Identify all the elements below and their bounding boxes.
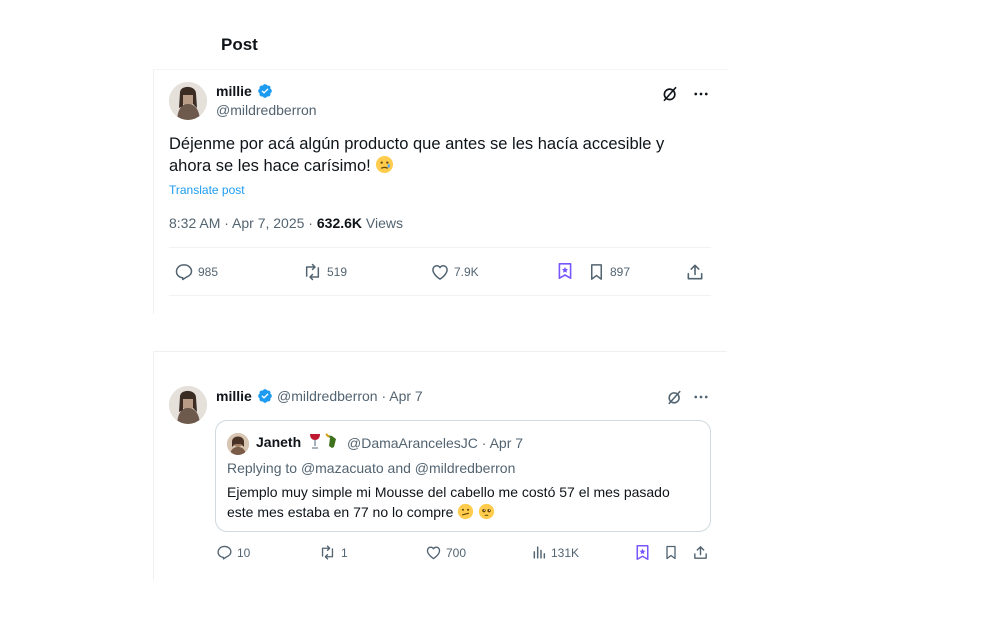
repost-button[interactable]: 1 bbox=[318, 544, 348, 561]
quoted-avatar bbox=[227, 433, 249, 455]
mention-link[interactable]: @mildredberron bbox=[415, 460, 516, 476]
heart-icon bbox=[426, 546, 441, 560]
grok-icon[interactable] bbox=[660, 84, 680, 104]
post-meta: 8:32 AM · Apr 7, 2025 · 632.6K Views bbox=[169, 215, 403, 231]
author-handle-date[interactable]: @mildredberron · Apr 7 bbox=[277, 388, 423, 404]
bookmark-icon bbox=[666, 545, 676, 560]
quoted-author-name: Janeth bbox=[256, 434, 302, 450]
grok-icon[interactable] bbox=[664, 387, 684, 407]
analytics-icon bbox=[533, 546, 546, 559]
reply-button[interactable]: 985 bbox=[174, 262, 218, 282]
repost-icon bbox=[321, 545, 334, 560]
avatar[interactable] bbox=[169, 386, 207, 424]
share-button[interactable] bbox=[692, 544, 709, 561]
reply-icon bbox=[217, 545, 232, 560]
quoted-text: Ejemplo muy simple mi Mousse del cabello… bbox=[227, 482, 697, 522]
views-count: 131K bbox=[551, 545, 580, 560]
pleading-face-emoji-icon bbox=[479, 503, 495, 520]
verified-badge-icon bbox=[258, 389, 272, 403]
share-button[interactable] bbox=[685, 262, 705, 282]
bookmark-icon bbox=[590, 264, 603, 280]
like-count: 700 bbox=[446, 545, 467, 560]
post-time[interactable]: 8:32 AM · Apr 7, 2025 · bbox=[169, 215, 313, 231]
wine-glass-icon bbox=[308, 433, 322, 452]
like-button[interactable]: 700 bbox=[425, 544, 466, 561]
main-post[interactable]: millie @mildredberron Déjenme por acá al… bbox=[153, 69, 727, 314]
quoted-text-content: Ejemplo muy simple mi Mousse del cabello… bbox=[227, 484, 670, 520]
views-label: Views bbox=[365, 215, 404, 231]
like-button[interactable]: 7.9K bbox=[430, 262, 479, 282]
bookmark-button[interactable]: 897 bbox=[587, 262, 630, 282]
post-text-content: Déjenme por acá algún producto que antes… bbox=[169, 135, 665, 175]
share-icon bbox=[694, 546, 707, 559]
more-icon[interactable] bbox=[691, 84, 711, 104]
author-handle[interactable]: @mildredberron bbox=[216, 102, 317, 118]
share-icon bbox=[687, 264, 703, 280]
bookmark-button[interactable] bbox=[663, 544, 679, 561]
analytics-button[interactable]: 131K bbox=[531, 544, 579, 561]
quoted-post[interactable]: Janeth @DamaArancelesJC · Apr 7 Replying… bbox=[215, 420, 711, 532]
quoted-handle-date: @DamaArancelesJC · Apr 7 bbox=[347, 435, 524, 451]
grok-bookmark-button[interactable] bbox=[635, 544, 650, 561]
divider bbox=[169, 295, 711, 296]
post-text: Déjenme por acá algún producto que antes… bbox=[169, 133, 689, 177]
repost-count: 1 bbox=[341, 545, 348, 560]
author-name[interactable]: millie bbox=[216, 388, 252, 404]
avatar[interactable] bbox=[169, 82, 207, 120]
author-name[interactable]: millie bbox=[216, 83, 252, 99]
replying-to-and: and bbox=[387, 460, 411, 476]
bookmark-star-icon bbox=[558, 263, 572, 279]
bottle-icon bbox=[324, 433, 340, 452]
face-with-diagonal-mouth-emoji-icon bbox=[458, 503, 474, 520]
holding-back-tears-emoji-icon bbox=[376, 155, 394, 174]
repost-count: 519 bbox=[327, 265, 348, 279]
reply-button[interactable]: 10 bbox=[216, 544, 250, 561]
more-icon[interactable] bbox=[691, 387, 711, 407]
repost-icon bbox=[305, 263, 320, 281]
reply-icon bbox=[175, 264, 193, 281]
views-count: 632.6K bbox=[316, 215, 363, 231]
grok-bookmark-button[interactable] bbox=[557, 262, 573, 280]
divider bbox=[169, 247, 711, 248]
bookmark-count: 897 bbox=[610, 265, 631, 279]
replying-to: Replying to @mazacuato and @mildredberro… bbox=[227, 460, 515, 476]
reply-count: 985 bbox=[198, 265, 219, 279]
reply-count: 10 bbox=[237, 545, 251, 560]
repost-button[interactable]: 519 bbox=[302, 262, 347, 282]
page-title: Post bbox=[221, 35, 258, 54]
like-count: 7.9K bbox=[454, 265, 479, 279]
translate-post-link[interactable]: Translate post bbox=[169, 183, 245, 197]
replying-to-prefix: Replying to bbox=[227, 460, 298, 476]
heart-icon bbox=[432, 265, 448, 280]
verified-badge-icon bbox=[258, 84, 272, 98]
mention-link[interactable]: @mazacuato bbox=[301, 460, 384, 476]
bookmark-star-icon bbox=[636, 545, 649, 560]
reply-post[interactable]: millie @mildredberron · Apr 7 Janeth @Da… bbox=[153, 351, 727, 580]
